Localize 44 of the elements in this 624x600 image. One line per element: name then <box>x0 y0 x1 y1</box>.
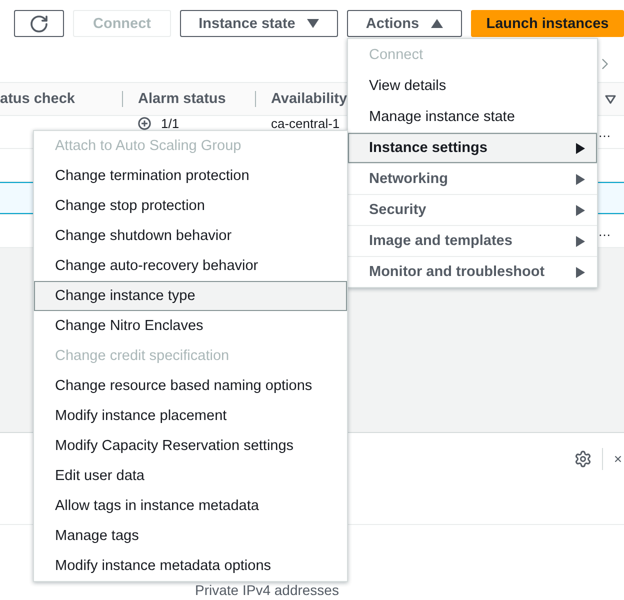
menu-item[interactable]: Networking <box>348 163 597 194</box>
sort-down-icon[interactable] <box>605 94 616 104</box>
menu-item[interactable]: Allow tags in instance metadata <box>34 491 347 521</box>
instance-state-button[interactable]: Instance state <box>180 10 338 37</box>
settings-icon[interactable] <box>574 450 592 468</box>
column-header[interactable]: Availability <box>271 91 348 107</box>
menu-item[interactable]: Modify instance placement <box>34 401 347 431</box>
menu-item[interactable]: Change shutdown behavior <box>34 221 347 251</box>
caret-right-icon <box>576 142 585 154</box>
caret-up-icon <box>431 19 444 28</box>
refresh-icon <box>29 14 49 34</box>
menu-item[interactable]: Monitor and troubleshoot <box>348 256 597 287</box>
table-cell: … <box>598 126 611 138</box>
menu-item[interactable]: Modify instance metadata options <box>34 551 347 581</box>
table-cell: … <box>598 224 611 238</box>
menu-item[interactable]: Edit user data <box>34 461 347 491</box>
menu-item[interactable]: Change termination protection <box>34 161 347 191</box>
menu-item[interactable]: Change resource based naming options <box>34 371 347 401</box>
menu-item[interactable]: View details <box>348 70 597 101</box>
column-header[interactable]: Alarm status <box>138 91 226 107</box>
menu-item[interactable]: Modify Capacity Reservation settings <box>34 431 347 461</box>
menu-item[interactable]: Manage instance state <box>348 101 597 132</box>
field-label: Private IPv4 addresses <box>195 583 339 598</box>
caret-down-icon <box>307 19 320 28</box>
caret-right-icon <box>576 174 585 184</box>
actions-button[interactable]: Actions <box>347 10 462 37</box>
menu-item[interactable]: Security <box>348 194 597 225</box>
caret-right-icon <box>576 266 585 278</box>
plus-circle-icon <box>138 117 151 130</box>
menu-item[interactable]: Change Nitro Enclaves <box>34 311 347 341</box>
launch-instances-button[interactable]: Launch instances <box>471 10 624 37</box>
menu-item[interactable]: Change stop protection <box>34 191 347 221</box>
caret-right-icon <box>576 236 585 246</box>
menu-item[interactable]: Change auto-recovery behavior <box>34 251 347 281</box>
menu-item[interactable]: Image and templates <box>348 225 597 256</box>
caret-right-icon <box>576 204 585 216</box>
table-cell: 1/1 <box>161 117 180 130</box>
table-cell: ca-central-1 <box>271 117 340 130</box>
column-header[interactable]: atus check <box>0 91 75 107</box>
menu-item[interactable]: Instance settings <box>348 132 597 163</box>
close-icon[interactable] <box>613 454 623 464</box>
menu-item[interactable]: Change instance type <box>34 281 347 311</box>
refresh-button[interactable] <box>14 10 64 37</box>
menu-item[interactable]: Manage tags <box>34 521 347 551</box>
